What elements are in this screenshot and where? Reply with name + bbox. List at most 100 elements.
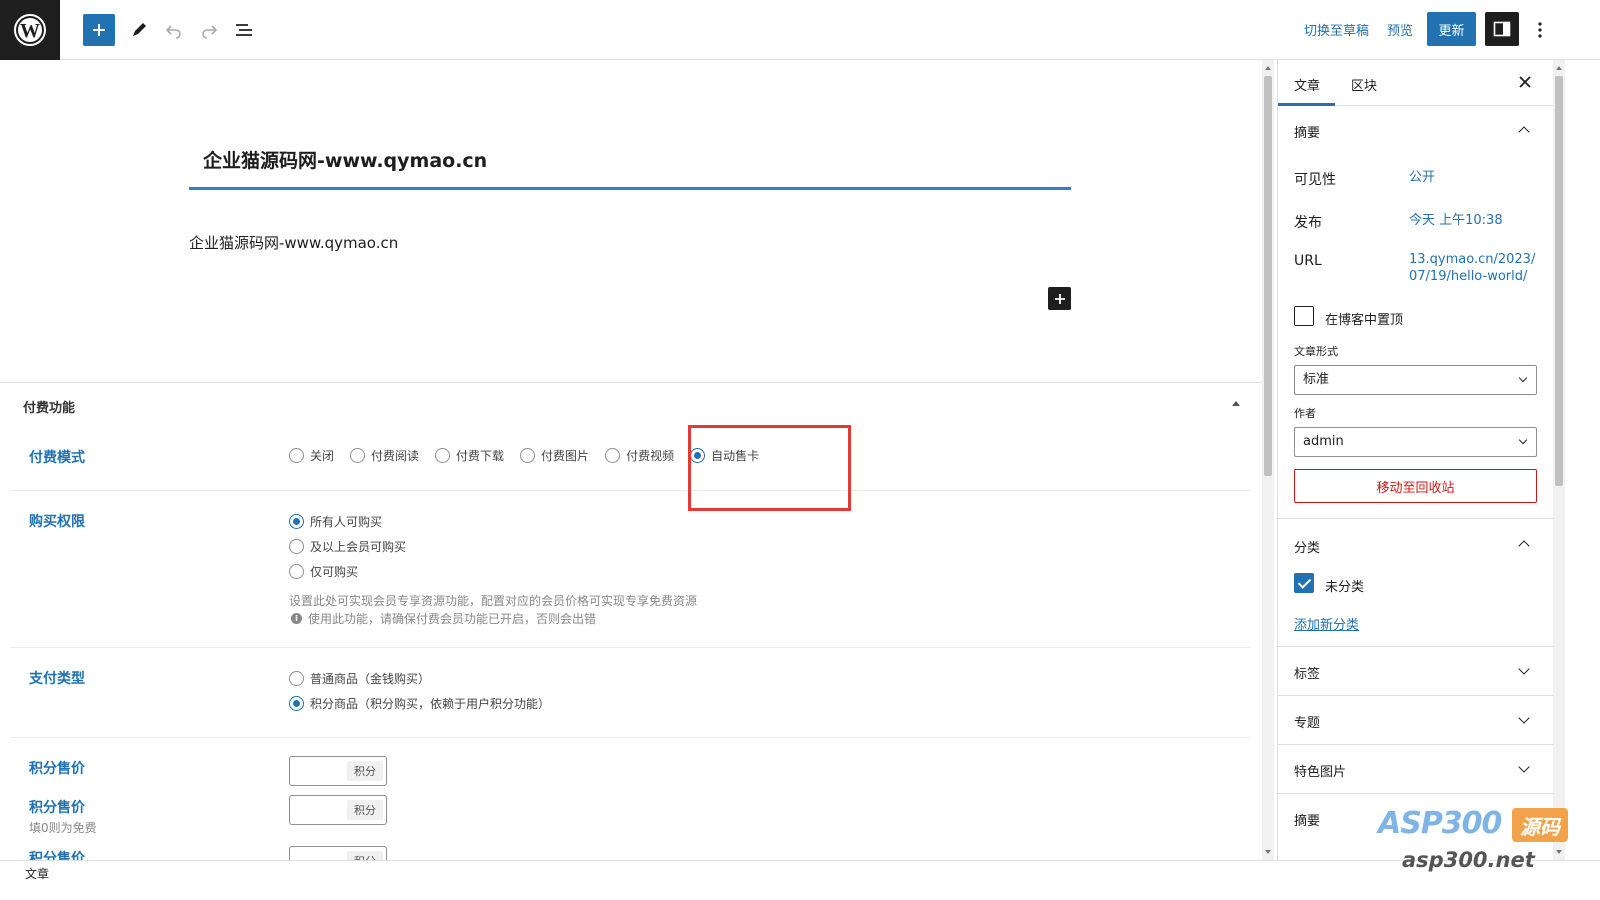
redo-button[interactable] xyxy=(193,14,225,46)
switch-to-draft-button[interactable]: 切换至草稿 xyxy=(1304,20,1369,39)
post-format-select[interactable]: 标准 xyxy=(1294,365,1537,395)
topics-panel-title[interactable]: 专题 xyxy=(1294,712,1320,731)
scroll-up-icon[interactable] xyxy=(1265,66,1271,70)
publish-date-value[interactable]: 今天 上午10:38 xyxy=(1409,213,1503,229)
categories-panel-title[interactable]: 分类 xyxy=(1294,537,1320,556)
more-vertical-icon xyxy=(1538,22,1542,38)
divider xyxy=(1278,518,1553,519)
document-overview-button[interactable] xyxy=(228,14,260,46)
sidebar-scrollbar[interactable] xyxy=(1553,60,1565,860)
author-label: 作者 xyxy=(1294,407,1316,420)
sidebar-tabs: 文章 区块 xyxy=(1278,60,1553,106)
settings-button[interactable] xyxy=(1485,12,1519,46)
undo-icon xyxy=(165,25,181,39)
permission-info-note: i 使用此功能，请确保付费会员功能已开启，否则会出错 xyxy=(291,610,596,627)
url-label: URL xyxy=(1294,253,1322,269)
pay-mode-paid-video[interactable]: 付费视频 xyxy=(605,447,674,464)
breadcrumb-item[interactable]: 文章 xyxy=(25,865,49,882)
pay-mode-off[interactable]: 关闭 xyxy=(289,447,334,464)
watermark-logo: ASP300 源码 asp300.net xyxy=(1378,806,1568,876)
pay-mode-paid-image[interactable]: 付费图片 xyxy=(520,447,589,464)
add-new-category-link[interactable]: 添加新分类 xyxy=(1294,614,1359,633)
divider xyxy=(1278,695,1553,696)
summary-panel-title[interactable]: 摘要 xyxy=(1294,122,1320,141)
visibility-value[interactable]: 公开 xyxy=(1409,170,1435,186)
post-title-input[interactable]: 企业猫源码网-www.qymao.cn xyxy=(189,146,1071,190)
collapse-toggle-icon[interactable] xyxy=(1232,401,1240,406)
pay-mode-paid-read[interactable]: 付费阅读 xyxy=(350,447,419,464)
tools-button[interactable] xyxy=(123,14,155,46)
radio-icon xyxy=(350,448,366,463)
pay-mode-label: 付费模式 xyxy=(29,450,85,466)
active-tab-indicator xyxy=(1278,103,1335,106)
radio-icon xyxy=(289,671,304,686)
permission-everyone[interactable]: 所有人可购买 xyxy=(289,513,406,530)
category-checkbox[interactable] xyxy=(1294,573,1314,593)
pay-type-money[interactable]: 普通商品（金钱购买） xyxy=(289,670,550,687)
tab-block[interactable]: 区块 xyxy=(1351,75,1377,94)
undo-button[interactable] xyxy=(158,14,190,46)
chevron-down-icon[interactable] xyxy=(1518,663,1530,675)
pay-type-label: 支付类型 xyxy=(29,671,85,687)
permalink-line-2[interactable]: 07/19/hello-world/ xyxy=(1409,269,1527,285)
points-price-input[interactable]: 积分 xyxy=(289,795,387,825)
featured-image-panel-title[interactable]: 特色图片 xyxy=(1294,761,1346,780)
divider xyxy=(10,647,1250,648)
scrollbar-thumb[interactable] xyxy=(1264,76,1272,476)
points-price-label: 积分售价 xyxy=(29,800,85,816)
scroll-up-icon[interactable] xyxy=(1556,66,1562,70)
editor-canvas: 企业猫源码网-www.qymao.cn 企业猫源码网-www.qymao.cn … xyxy=(0,60,1262,860)
category-label: 未分类 xyxy=(1325,580,1365,595)
move-to-trash-button[interactable]: 移动至回收站 xyxy=(1294,469,1537,503)
visibility-label: 可见性 xyxy=(1294,172,1336,188)
watermark-badge: 源码 xyxy=(1512,808,1568,842)
post-format-label: 文章形式 xyxy=(1294,345,1338,358)
tab-post[interactable]: 文章 xyxy=(1294,75,1320,94)
info-icon: i xyxy=(291,613,302,624)
pencil-icon xyxy=(133,23,146,36)
chevron-down-icon[interactable] xyxy=(1518,712,1530,724)
points-price-input[interactable]: 积分 xyxy=(289,756,387,786)
wordpress-logo-icon[interactable]: W xyxy=(0,0,60,60)
pay-type-points[interactable]: 积分商品（积分购买，依赖于用户积分功能） xyxy=(289,695,550,712)
preview-button[interactable]: 预览 xyxy=(1387,20,1413,39)
scrollbar-thumb[interactable] xyxy=(1555,76,1563,486)
points-price-input[interactable]: 积分 xyxy=(289,846,387,860)
radio-checked-icon xyxy=(289,514,304,529)
chevron-up-icon[interactable] xyxy=(1518,540,1530,552)
options-button[interactable] xyxy=(1530,14,1550,46)
block-inserter-button[interactable] xyxy=(1048,287,1071,310)
watermark-main-text: ASP300 xyxy=(1378,806,1502,841)
permission-only[interactable]: 仅可购买 xyxy=(289,563,406,580)
close-sidebar-button[interactable] xyxy=(1517,72,1533,92)
chevron-down-icon xyxy=(1518,435,1528,445)
divider xyxy=(1278,744,1553,745)
points-suffix: 积分 xyxy=(347,800,383,820)
scroll-down-icon[interactable] xyxy=(1265,850,1271,854)
paragraph-block[interactable]: 企业猫源码网-www.qymao.cn xyxy=(189,232,398,253)
radio-icon xyxy=(289,539,304,554)
radio-icon xyxy=(289,564,304,579)
tags-panel-title[interactable]: 标签 xyxy=(1294,663,1320,682)
update-button[interactable]: 更新 xyxy=(1427,12,1476,46)
permission-member-above[interactable]: 及以上会员可购买 xyxy=(289,538,406,555)
divider xyxy=(1278,793,1553,794)
chevron-up-icon[interactable] xyxy=(1518,126,1530,138)
editor-scrollbar[interactable] xyxy=(1262,60,1274,860)
excerpt-panel-title[interactable]: 摘要 xyxy=(1294,810,1320,829)
permission-help-text: 设置此处可实现会员专享资源功能，配置对应的会员价格可实现专享免费资源 xyxy=(289,594,698,608)
divider xyxy=(10,490,1250,491)
svg-text:W: W xyxy=(20,20,40,42)
pay-mode-paid-download[interactable]: 付费下载 xyxy=(435,447,504,464)
radio-icon xyxy=(435,448,451,463)
watermark-url: asp300.net xyxy=(1402,848,1535,872)
permalink-line-1[interactable]: 13.qymao.cn/2023/ xyxy=(1409,252,1535,268)
chevron-down-icon[interactable] xyxy=(1518,761,1530,773)
points-price-label: 积分售价 xyxy=(29,761,85,777)
sticky-checkbox[interactable] xyxy=(1294,306,1314,326)
add-block-button[interactable] xyxy=(83,14,115,46)
chevron-down-icon xyxy=(1518,373,1528,383)
radio-icon xyxy=(605,448,621,463)
editor-header: W 切换至草稿 预览 更新 xyxy=(0,0,1600,60)
author-select[interactable]: admin xyxy=(1294,427,1537,457)
